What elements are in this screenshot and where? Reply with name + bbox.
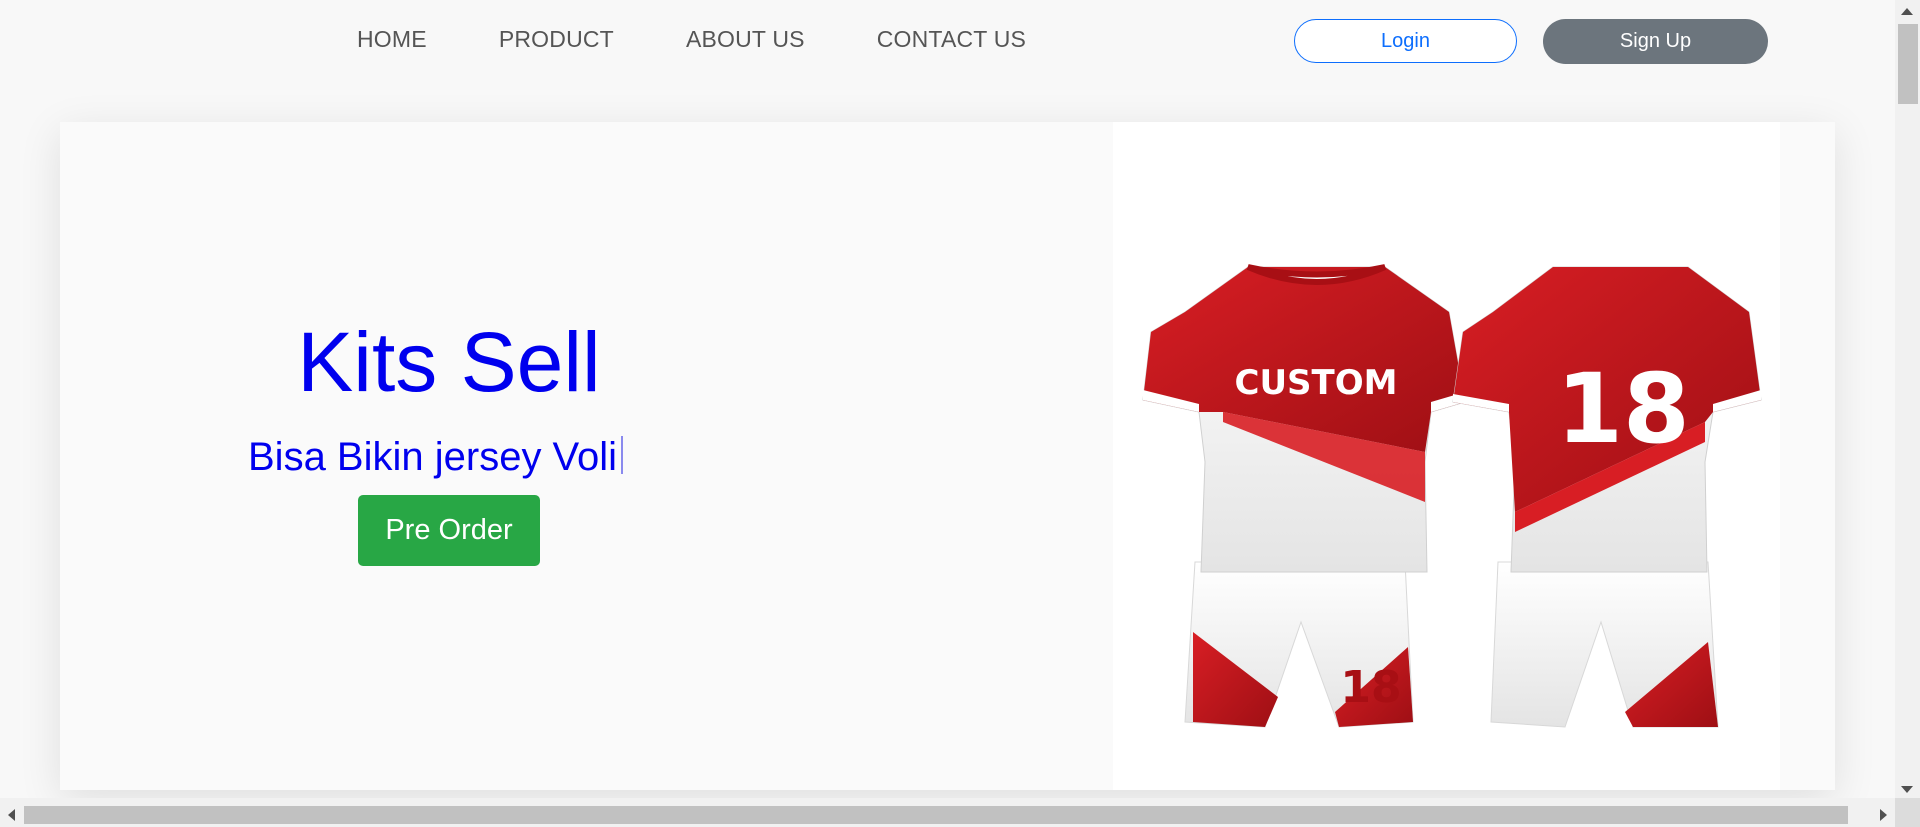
front-jersey-text: CUSTOM bbox=[1235, 363, 1398, 403]
pre-order-button[interactable]: Pre Order bbox=[358, 495, 540, 566]
back-jersey: 18 bbox=[1452, 266, 1762, 728]
hero-title: Kits Sell bbox=[297, 315, 601, 409]
nav-product-link[interactable]: PRODUCT bbox=[499, 26, 614, 53]
hero-subtitle-text: Bisa Bikin jersey Voli bbox=[248, 435, 618, 479]
signup-button[interactable]: Sign Up bbox=[1543, 19, 1768, 64]
scroll-left-arrow-icon[interactable] bbox=[8, 809, 15, 821]
nav-contact-link[interactable]: CONTACT US bbox=[877, 26, 1026, 53]
nav-about-link[interactable]: ABOUT US bbox=[686, 26, 805, 53]
front-shorts-number: 18 bbox=[1340, 662, 1401, 713]
scroll-up-arrow-icon[interactable] bbox=[1901, 8, 1913, 15]
jersey-kit-illustration: CUSTOM 18 18 bbox=[1142, 264, 1762, 728]
jersey-image: CUSTOM 18 18 bbox=[1113, 122, 1780, 790]
nav-links: HOME PRODUCT ABOUT US CONTACT US bbox=[357, 26, 1098, 53]
login-button[interactable]: Login bbox=[1294, 19, 1517, 63]
horizontal-scroll-thumb[interactable] bbox=[24, 806, 1848, 824]
hero-card: Kits Sell Bisa Bikin jersey Voli Pre Ord… bbox=[60, 122, 1835, 790]
vertical-scroll-thumb[interactable] bbox=[1898, 24, 1918, 104]
front-jersey: CUSTOM 18 bbox=[1142, 264, 1466, 728]
typing-caret bbox=[621, 436, 624, 474]
back-jersey-number: 18 bbox=[1556, 353, 1690, 465]
vertical-scrollbar[interactable] bbox=[1895, 0, 1920, 798]
scrollbar-corner bbox=[1895, 798, 1920, 827]
hero-subtitle: Bisa Bikin jersey Voli bbox=[248, 435, 624, 480]
scroll-down-arrow-icon[interactable] bbox=[1901, 786, 1913, 793]
top-navbar: HOME PRODUCT ABOUT US CONTACT US Login S… bbox=[0, 0, 1895, 84]
nav-home-link[interactable]: HOME bbox=[357, 26, 427, 53]
hero-text-panel: Kits Sell Bisa Bikin jersey Voli Pre Ord… bbox=[60, 122, 1112, 790]
scroll-right-arrow-icon[interactable] bbox=[1880, 809, 1887, 821]
